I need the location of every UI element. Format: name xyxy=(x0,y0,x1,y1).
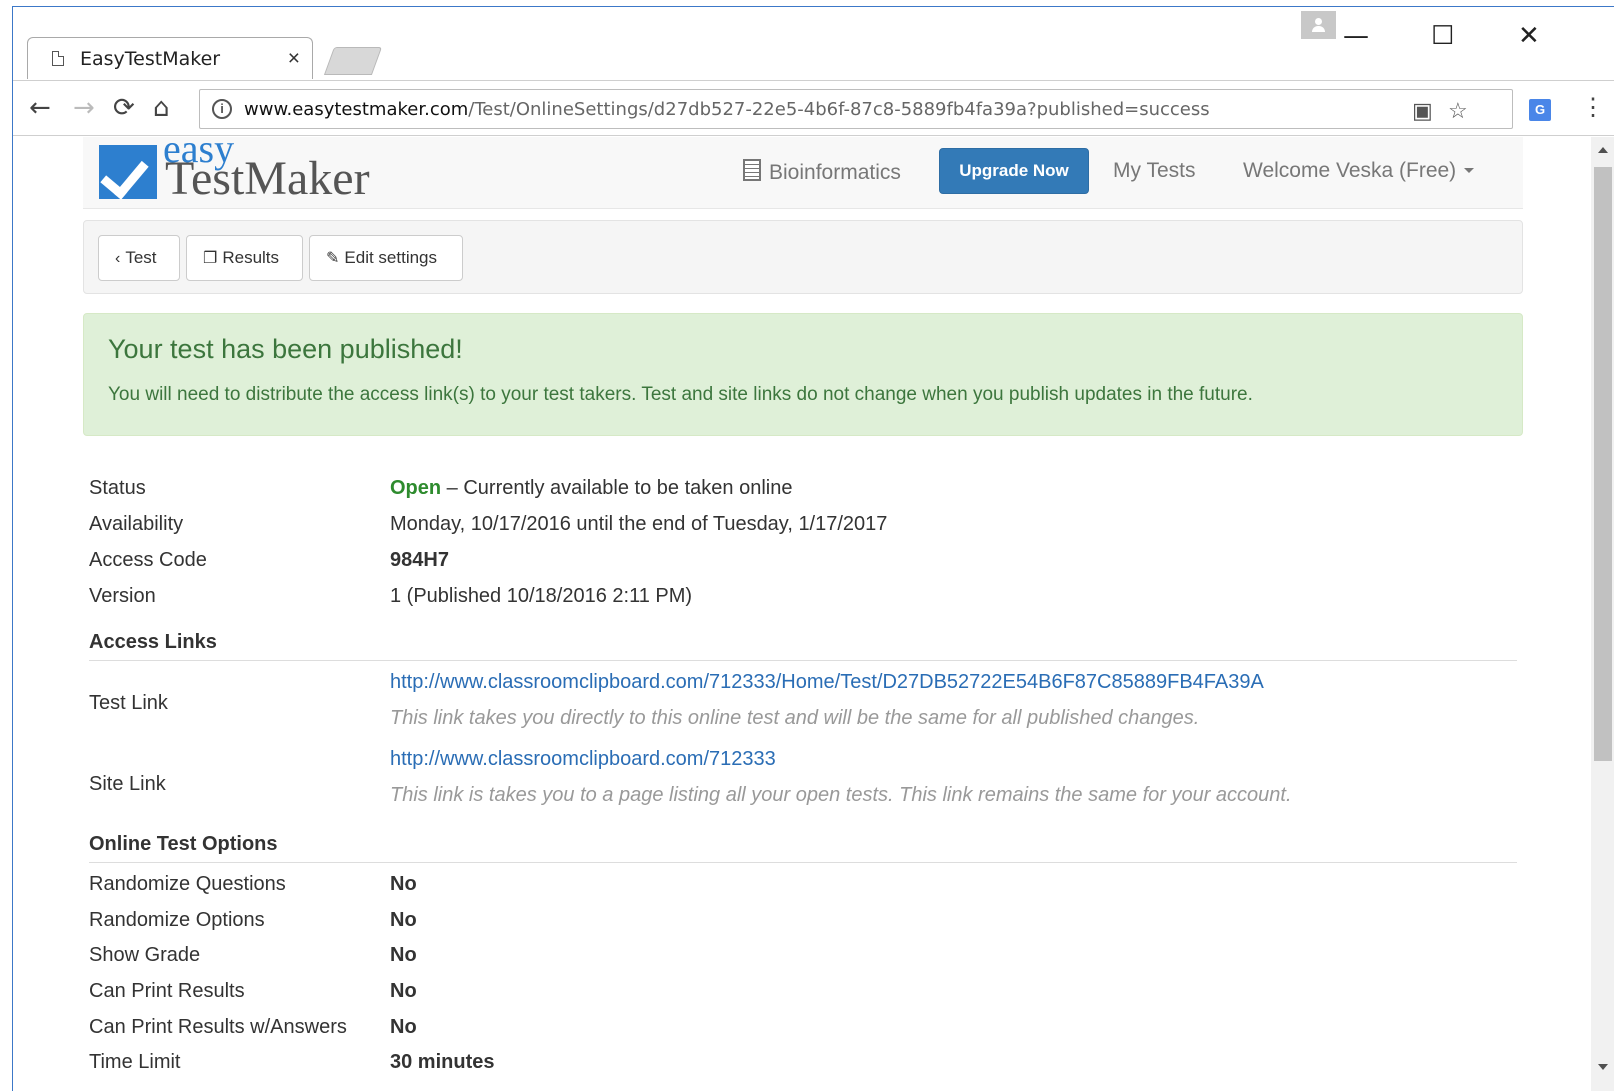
page-content: easy TestMaker Bioinformatics Upgrade No… xyxy=(13,137,1591,1091)
browser-menu-icon[interactable]: ⋮ xyxy=(1581,93,1605,122)
back-arrow-icon[interactable]: ← xyxy=(29,93,51,123)
forward-arrow-icon[interactable]: → xyxy=(73,93,95,123)
action-toolbar: ‹ Test ❐ Results ✎ Edit settings xyxy=(83,220,1523,294)
address-url[interactable]: www.easytestmaker.com/Test/OnlineSetting… xyxy=(244,99,1210,120)
logo-check-icon[interactable] xyxy=(99,145,157,199)
access-links-heading: Access Links xyxy=(89,631,1517,661)
access-code-value: 984H7 xyxy=(390,549,449,571)
test-link-label: Test Link xyxy=(89,692,168,714)
online-test-options-heading: Online Test Options xyxy=(89,833,1517,863)
status-value: Open – Currently available to be taken o… xyxy=(390,477,792,500)
option-value: No xyxy=(390,980,417,1002)
home-icon[interactable]: ⌂ xyxy=(153,93,170,123)
site-info-icon[interactable]: i xyxy=(212,99,232,119)
vertical-scrollbar[interactable] xyxy=(1591,137,1614,1091)
test-link-hint: This link takes you directly to this onl… xyxy=(390,707,1200,729)
url-host: www.easytestmaker.com xyxy=(244,99,469,120)
option-label: Show Grade xyxy=(89,944,201,966)
option-label: Randomize Options xyxy=(89,909,265,931)
copy-icon: ❐ xyxy=(203,250,218,267)
option-value: No xyxy=(390,909,417,931)
test-link-url[interactable]: http://www.classroomclipboard.com/712333… xyxy=(390,671,1264,694)
browser-toolbar: ← → ⟳ ⌂ i www.easytestmaker.com/Test/Onl… xyxy=(13,80,1614,136)
option-value: No xyxy=(390,1016,417,1038)
option-value: No xyxy=(390,944,417,966)
logo-text-testmaker[interactable]: TestMaker xyxy=(165,151,370,206)
caret-down-icon xyxy=(1464,168,1475,173)
reload-icon[interactable]: ⟳ xyxy=(113,93,135,123)
browser-window: EasyTestMaker × — ☐ ✕ ← → ⟳ ⌂ i www.easy… xyxy=(12,6,1614,1091)
availability-label: Availability xyxy=(89,513,184,535)
back-to-test-label: Test xyxy=(125,248,157,267)
edit-settings-label: Edit settings xyxy=(344,248,438,267)
close-window-button[interactable]: ✕ xyxy=(1518,21,1540,51)
scroll-up-arrow-icon[interactable] xyxy=(1598,147,1608,153)
availability-value: Monday, 10/17/2016 until the end of Tues… xyxy=(390,513,888,535)
maximize-button[interactable]: ☐ xyxy=(1431,21,1454,51)
version-value: 1 (Published 10/18/2016 2:11 PM) xyxy=(390,585,693,607)
status-open: Open xyxy=(390,477,442,499)
status-label: Status xyxy=(89,477,146,499)
chevron-left-icon: ‹ xyxy=(115,250,121,267)
option-label: Randomize Questions xyxy=(89,873,286,895)
tab-strip: EasyTestMaker × — ☐ ✕ xyxy=(13,7,1614,80)
site-link-label: Site Link xyxy=(89,773,166,795)
page-icon xyxy=(52,51,64,66)
success-alert: Your test has been published! You will n… xyxy=(83,313,1523,436)
scroll-down-arrow-icon[interactable] xyxy=(1598,1064,1608,1070)
option-value: 30 minutes xyxy=(390,1051,495,1073)
translate-page-icon[interactable]: ▣ xyxy=(1412,98,1433,124)
option-label: Time Limit xyxy=(89,1051,181,1073)
pencil-icon: ✎ xyxy=(326,250,340,267)
minimize-button[interactable]: — xyxy=(1343,21,1369,51)
edit-settings-button[interactable]: ✎ Edit settings xyxy=(309,235,463,281)
user-menu[interactable]: Welcome Veska (Free) xyxy=(1243,159,1475,183)
option-label: Can Print Results w/Answers xyxy=(89,1016,347,1038)
nav-my-tests[interactable]: My Tests xyxy=(1113,159,1195,183)
site-link-url[interactable]: http://www.classroomclipboard.com/712333 xyxy=(390,748,776,771)
address-bar[interactable]: i www.easytestmaker.com/Test/OnlineSetti… xyxy=(199,89,1513,129)
status-description: – Currently available to be taken online xyxy=(441,477,793,499)
profile-icon[interactable] xyxy=(1301,11,1336,39)
upgrade-now-button[interactable]: Upgrade Now xyxy=(939,148,1089,194)
nav-bioinformatics[interactable]: Bioinformatics xyxy=(743,159,901,185)
alert-message: You will need to distribute the access l… xyxy=(108,384,1253,405)
scrollbar-thumb[interactable] xyxy=(1594,167,1612,761)
site-navbar: easy TestMaker Bioinformatics Upgrade No… xyxy=(83,137,1523,209)
results-button[interactable]: ❐ Results xyxy=(186,235,303,281)
option-value: No xyxy=(390,873,417,895)
bookmark-star-icon[interactable]: ☆ xyxy=(1448,98,1468,124)
alert-title: Your test has been published! xyxy=(108,334,463,364)
tab-title: EasyTestMaker xyxy=(80,48,221,70)
url-path: /Test/OnlineSettings/d27db527-22e5-4b6f-… xyxy=(468,99,1210,120)
new-tab-button[interactable] xyxy=(323,47,383,75)
results-label: Results xyxy=(222,248,280,267)
option-label: Can Print Results xyxy=(89,980,245,1002)
browser-tab[interactable]: EasyTestMaker × xyxy=(27,37,313,79)
access-code-label: Access Code xyxy=(89,549,207,571)
version-label: Version xyxy=(89,585,156,607)
google-translate-extension-icon[interactable]: G xyxy=(1529,99,1551,121)
tab-close-icon[interactable]: × xyxy=(288,47,300,71)
user-menu-label: Welcome Veska (Free) xyxy=(1243,159,1457,182)
site-link-hint: This link is takes you to a page listing… xyxy=(390,784,1292,806)
back-to-test-button[interactable]: ‹ Test xyxy=(98,235,180,281)
